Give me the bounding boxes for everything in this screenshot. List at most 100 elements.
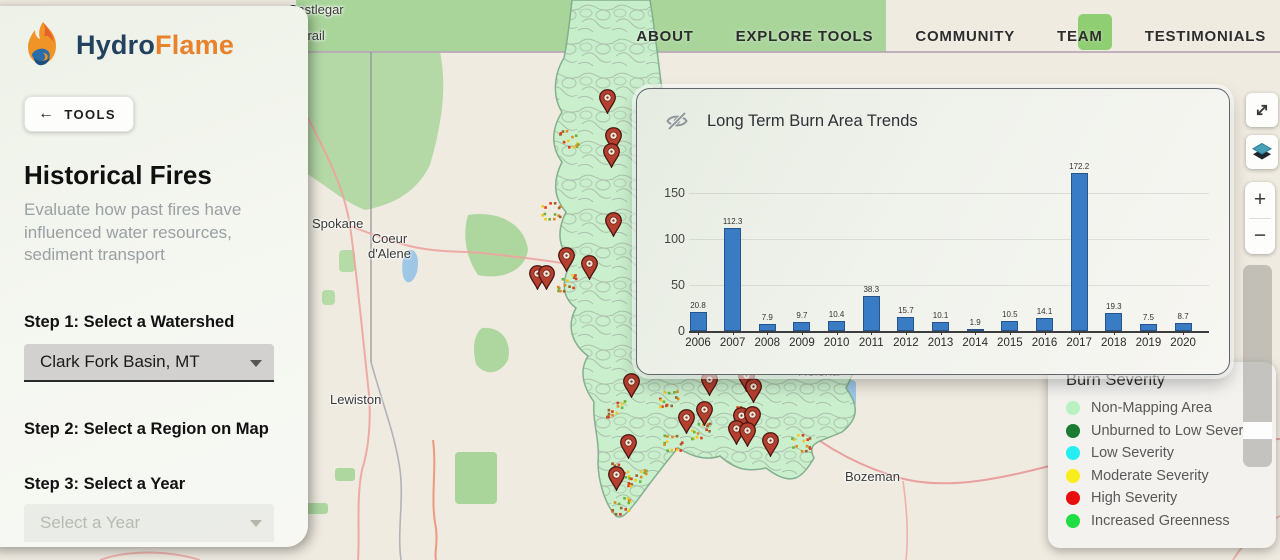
burn-severity-patch	[558, 207, 561, 210]
fullscreen-button[interactable]	[1246, 93, 1278, 127]
legend-item: Moderate Severity	[1066, 465, 1276, 488]
burn-severity-patch	[559, 290, 562, 293]
y-axis-tick: 150	[649, 186, 685, 200]
axis-tickmark	[1010, 332, 1011, 335]
burn-severity-patch	[640, 470, 643, 473]
burn-severity-patch	[564, 284, 567, 287]
nav-item-about[interactable]: ABOUT	[636, 28, 693, 45]
burn-severity-patch	[797, 434, 800, 437]
burn-severity-patch	[617, 402, 620, 405]
chart-bar	[793, 322, 810, 331]
chart-bar	[828, 321, 845, 331]
nav-item-community[interactable]: COMMUNITY	[915, 28, 1015, 45]
burn-severity-patch	[574, 274, 577, 277]
burn-severity-patch	[802, 434, 805, 437]
burn-severity-patch	[663, 443, 666, 446]
axis-tickmark	[733, 332, 734, 335]
axis-tickmark	[767, 332, 768, 335]
burn-severity-patch	[608, 409, 611, 412]
burn-severity-patch	[792, 446, 795, 449]
bar-value-label: 8.7	[1161, 312, 1205, 321]
zoom-in-button[interactable]: +	[1245, 182, 1275, 218]
axis-tickmark	[802, 332, 803, 335]
zoom-control: + −	[1245, 182, 1275, 254]
watershed-select[interactable]: Clark Fork Basin, MT	[24, 344, 274, 382]
back-to-tools-button[interactable]: ← TOOLS	[24, 96, 134, 132]
burn-severity-patch	[559, 216, 562, 219]
burn-severity-patch	[802, 440, 805, 443]
bar-value-label: 172.2	[1057, 162, 1101, 171]
burn-severity-patch	[697, 432, 700, 435]
burn-severity-patch	[805, 450, 808, 453]
bar-value-label: 20.8	[676, 301, 720, 310]
burn-severity-patch	[618, 503, 621, 506]
year-select[interactable]: Select a Year	[24, 504, 274, 542]
burn-severity-patch	[708, 430, 711, 433]
burn-severity-patch	[696, 436, 699, 439]
axis-tickmark	[871, 332, 872, 335]
burn-severity-patch	[619, 513, 622, 516]
chart-bar	[1105, 313, 1122, 331]
burn-severity-patch	[676, 390, 679, 393]
burn-severity-patch	[809, 447, 812, 450]
burn-severity-patch	[681, 441, 684, 444]
nav-item-explore-tools[interactable]: EXPLORE TOOLS	[736, 28, 874, 45]
burn-severity-patch	[627, 471, 630, 474]
burn-severity-patch	[791, 437, 794, 440]
burn-severity-patch	[801, 450, 804, 453]
burn-severity-patch	[554, 202, 557, 205]
burn-severity-patch	[676, 448, 679, 451]
step1-label: Step 1: Select a Watershed	[24, 313, 308, 332]
burn-severity-patch	[628, 482, 631, 485]
burn-severity-patch	[568, 146, 571, 149]
burn-severity-patch	[611, 463, 614, 466]
burn-severity-patch	[544, 206, 547, 209]
burn-severity-patch	[705, 428, 708, 431]
nav-item-team[interactable]: TEAM	[1057, 28, 1103, 45]
legend-swatch	[1066, 491, 1080, 505]
burn-severity-patch	[554, 213, 557, 216]
axis-tickmark	[837, 332, 838, 335]
burn-severity-patch	[675, 396, 678, 399]
chevron-down-icon	[250, 520, 262, 527]
axis-tickmark	[1148, 332, 1149, 335]
brand-logo[interactable]: HydroFlame	[20, 20, 308, 70]
chart-bar	[1036, 318, 1053, 331]
watershed-select-value: Clark Fork Basin, MT	[40, 352, 200, 372]
layers-button[interactable]	[1246, 135, 1278, 169]
burn-severity-patch	[621, 403, 624, 406]
burn-severity-patch	[544, 218, 547, 221]
sidebar-panel: HydroFlame ← TOOLS Historical Fires Eval…	[0, 6, 308, 547]
chart-bar	[897, 317, 914, 331]
burn-severity-patch	[614, 501, 617, 504]
burn-severity-patch	[572, 287, 575, 290]
gridline	[689, 285, 1209, 286]
zoom-out-button[interactable]: −	[1245, 219, 1275, 255]
chevron-down-icon	[250, 360, 262, 367]
axis-tickmark	[1079, 332, 1080, 335]
brand-name: HydroFlame	[76, 30, 234, 61]
burn-severity-patch	[623, 497, 626, 500]
scrollbar-thumb[interactable]	[1243, 422, 1272, 439]
burn-severity-patch	[542, 205, 545, 208]
burn-severity-patch	[671, 436, 674, 439]
legend-swatch	[1066, 401, 1080, 415]
burn-severity-patch	[571, 274, 574, 277]
nav-item-testimonials[interactable]: TESTIMONIALS	[1145, 28, 1266, 45]
burn-severity-patch	[611, 509, 614, 512]
x-axis-tick: 2020	[1161, 337, 1205, 349]
bar-value-label: 38.3	[849, 285, 893, 294]
burn-severity-legend: Burn Severity Non-Mapping AreaUnburned t…	[1048, 362, 1276, 548]
legend-swatch	[1066, 424, 1080, 438]
bar-chart: 05010015020.82006112.320077.920089.72009…	[637, 89, 1229, 374]
burn-severity-patch	[627, 497, 630, 500]
map-city-label: Bozeman	[845, 469, 900, 484]
burn-severity-patch	[639, 480, 642, 483]
burn-severity-patch	[700, 437, 703, 440]
layers-icon	[1250, 140, 1274, 164]
axis-tickmark	[975, 332, 976, 335]
burn-severity-patch	[624, 400, 627, 403]
burn-severity-patch	[630, 485, 633, 488]
back-arrow-icon: ←	[38, 105, 55, 123]
map-scrollbar[interactable]	[1243, 265, 1272, 467]
